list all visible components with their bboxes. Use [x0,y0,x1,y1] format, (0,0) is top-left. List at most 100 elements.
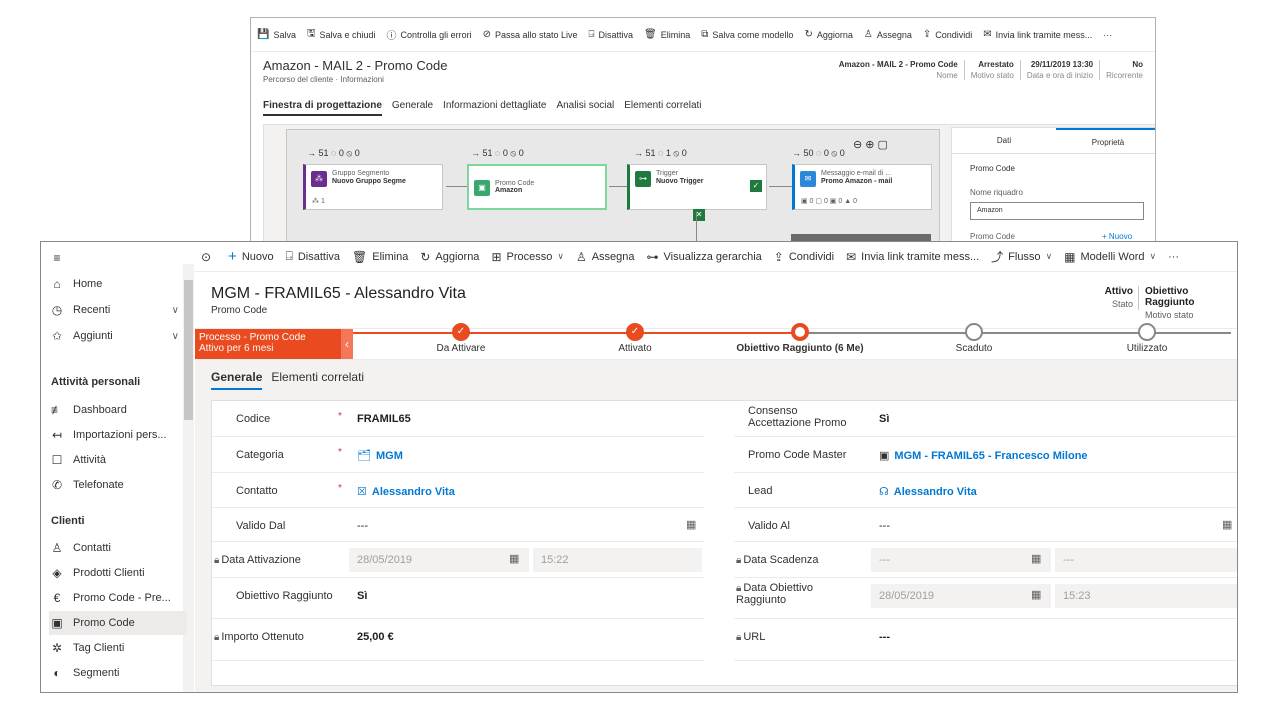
process-name: Processo - Promo Code [199,332,306,343]
back-toolbar-item[interactable]: 💾 Salva [257,29,296,40]
segment-group-tile[interactable]: ⁂ Gruppo Segmento Nuovo Gruppo Segme ⁂ 1 [303,164,443,210]
back-toolbar-item[interactable]: ✉ Invia link tramite mess... [983,29,1092,40]
trigger-tile[interactable]: ⊶ Trigger Nuovo Trigger ✓ ✕ [627,164,767,221]
back-toolbar-item[interactable]: 🗑 Elimina [644,29,690,40]
command-invia-link-tramite-mess-[interactable]: ✉ Invia link tramite mess... [846,250,979,264]
main-area: ⊙ + Nuovo ⍈ Disattiva 🗑 Elimina ↻ Aggiorna ⊞ Proce… [195,242,1237,692]
sidebar-item[interactable]: ◈ Prodotti Clienti [49,561,187,585]
stage-done-marker[interactable]: ✓ [626,323,644,341]
calendar-icon[interactable]: ▦ [1222,518,1232,531]
back-toolbar-item[interactable]: ↻ Aggiorna [804,29,852,40]
chevron-down-icon: ∨ [1045,251,1053,261]
field-data-attivazione: 🔒︎ Data Attivazione 28/05/2019 ▦ 15:22 [212,542,704,578]
tab-generale[interactable]: Generale [211,370,263,390]
command--[interactable]: ··· [1168,251,1179,263]
sidebar-item-recenti[interactable]: ◷ Recenti ∨ [49,298,187,322]
command-aggiorna[interactable]: ↻ Aggiorna [420,250,479,264]
chevron-left-icon[interactable]: ‹ [341,329,353,359]
email-tile[interactable]: ✉ Messaggio e-mail di ... Promo Amazon -… [792,164,932,210]
back-toolbar-item[interactable]: ♙ Assegna [864,29,912,40]
stage-label[interactable]: Scaduto [956,343,993,354]
command-action[interactable]: ⊙ [201,250,216,264]
chevron-down-icon[interactable]: ∨ [172,305,179,316]
back-toolbar-item[interactable]: ⇪ Condividi [923,29,972,40]
back-toolbar-item[interactable]: ⊘ Passa allo stato Live [483,29,578,40]
field-value: Sì [357,590,367,602]
promo-code-tile[interactable]: ▣ Promo Code Amazon [467,164,607,210]
command-label: Invia link tramite mess... [861,250,980,263]
stage-label[interactable]: Utilizzato [1127,343,1168,354]
back-toolbar-item[interactable]: ⍈ Disattiva [589,29,634,40]
command-nuovo[interactable]: + Nuovo [228,248,274,265]
sidebar-item-home[interactable]: ⌂ Home [49,272,187,296]
tile-type: Gruppo Segmento [332,170,390,177]
command-modelli-word[interactable]: ▦ Modelli Word ∨ [1064,250,1156,264]
label-text: Valido Dal [236,520,286,532]
stage-active-marker[interactable] [791,323,809,341]
tile-name-input[interactable]: Amazon [970,202,1144,220]
sidebar-item[interactable]: ≢ Dashboard [49,398,187,422]
command-assegna[interactable]: ♙ Assegna [576,250,635,264]
calendar-icon[interactable]: ▦ [686,518,696,531]
sidebar-item-hamburger[interactable]: ≡ [49,246,187,270]
field-label: Valido Dal [236,520,285,532]
chevron-down-icon: ∨ [1149,251,1157,261]
lock-icon: 🔒︎ [214,632,220,643]
command-flusso[interactable]: ⤴ Flusso ∨ [991,248,1052,265]
back-tab[interactable]: Elementi correlati [624,100,701,116]
field-value[interactable]: ▣ MGM - FRAMIL65 - Francesco Milone [879,449,1088,462]
back-toolbar-item[interactable]: ⧉ Salva come modello [701,29,793,40]
field-lead: Lead ☊ Alessandro Vita [734,473,1237,508]
zoom-icons[interactable]: ⊖ ⊕ ▢ [853,138,888,151]
command-elimina[interactable]: 🗑 Elimina [352,250,408,264]
back-tab[interactable]: Informazioni dettagliate [443,100,546,116]
sidebar-item[interactable]: ✲ Tag Clienti [49,636,187,660]
new-link[interactable]: + Nuovo [1102,232,1132,241]
field-url: 🔒︎ URL --- [734,619,1237,661]
field-value: --- [357,520,368,532]
command-label: Assegna [591,250,635,263]
command-visualizza-gerarchia[interactable]: ⊶ Visualizza gerarchia [647,250,762,264]
command-disattiva[interactable]: ⍈ Disattiva [286,249,340,264]
sidebar-icon: ▣ [51,616,63,630]
stage-label[interactable]: Attivato [618,343,651,354]
sidebar-item[interactable]: ✆ Telefonate [49,473,187,497]
tab-proprieta[interactable]: Proprietà [1056,128,1155,153]
toolbar-label: Assegna [876,29,912,40]
stage-label[interactable]: Obiettivo Raggiunto (6 Me) [736,343,863,354]
back-toolbar-item[interactable]: 🖫 Salva e chiudi [307,26,376,43]
command-condividi[interactable]: ⇪ Condividi [774,250,834,264]
tab-elementi-correlati[interactable]: Elementi correlati [271,370,364,390]
back-tab[interactable]: Generale [392,100,433,116]
recenti-icon: ◷ [51,303,63,317]
value-text: --- [357,520,368,532]
back-tab[interactable]: Analisi social [556,100,614,116]
toolbar-icon: ↻ [804,29,813,40]
stage-todo-marker[interactable] [965,323,983,341]
sidebar-item[interactable]: ▣ Promo Code [49,611,187,635]
stage-done-marker[interactable]: ✓ [452,323,470,341]
command-processo[interactable]: ⊞ Processo ∨ [491,250,564,264]
back-toolbar-item[interactable]: ⓘ Controlla gli errori [387,27,472,43]
command-label: Disattiva [297,250,341,263]
stage-todo-marker[interactable] [1138,323,1156,341]
sidebar-item[interactable]: ◐ Segmenti [49,661,187,685]
sidebar-item-aggiunti[interactable]: ✩ Aggiunti ∨ [49,324,187,348]
field-value[interactable]: 🗂 MGM [357,449,403,462]
back-toolbar-item[interactable]: ··· [1103,30,1112,40]
field-value[interactable]: ☒ Alessandro Vita [357,485,455,498]
command-label: Visualizza gerarchia [663,250,762,263]
sidebar-item[interactable]: ☐ Attività [49,448,187,472]
back-tab[interactable]: Finestra di progettazione [263,100,382,116]
process-duration: Attivo per 6 mesi [199,343,274,354]
command-icon: ⊙ [201,249,212,264]
process-flag[interactable]: Processo - Promo Code Attivo per 6 mesi [195,329,341,359]
field-value: No [1132,60,1143,69]
chevron-down-icon[interactable]: ∨ [172,331,179,342]
sidebar-item[interactable]: ↤ Importazioni pers... [49,423,187,447]
sidebar-item[interactable]: ♙ Contatti [49,536,187,560]
sidebar-item[interactable]: € Promo Code - Pre... [49,586,187,610]
tab-dati[interactable]: Dati [952,128,1056,153]
stage-label[interactable]: Da Attivare [437,343,486,354]
field-value[interactable]: ☊ Alessandro Vita [879,485,977,498]
